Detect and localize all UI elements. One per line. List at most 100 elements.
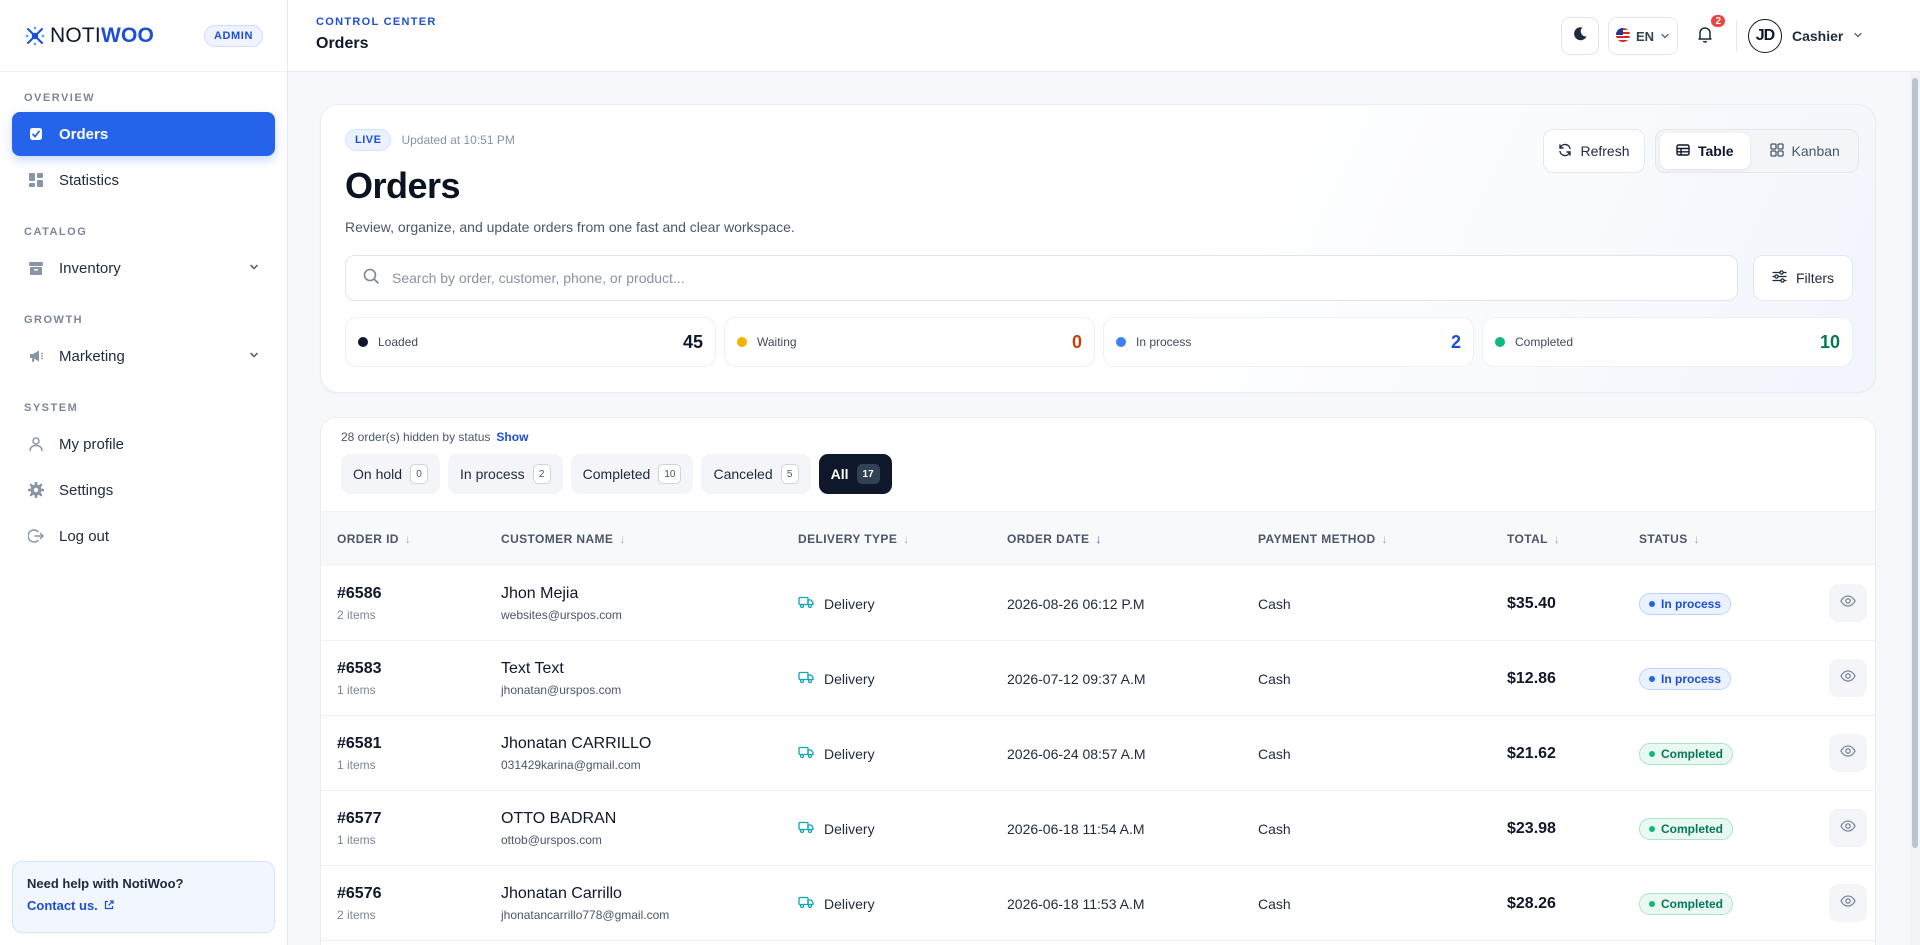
sidebar-item-log-out[interactable]: Log out: [12, 514, 275, 558]
refresh-button[interactable]: Refresh: [1543, 129, 1645, 173]
user-icon: [27, 435, 45, 453]
view-order-button[interactable]: [1829, 884, 1867, 922]
delivery-type: Delivery: [824, 595, 875, 612]
delivery-type: Delivery: [824, 820, 875, 837]
customer-name: OTTO BADRAN: [501, 810, 617, 827]
column-label: STATUS: [1639, 532, 1688, 546]
total-cell: $12.86: [1507, 641, 1556, 716]
filter-chip-on-hold[interactable]: On hold 0: [341, 454, 441, 494]
order-id[interactable]: #6586: [337, 585, 382, 603]
sidebar-item-statistics[interactable]: Statistics: [12, 158, 275, 202]
orders-hero-card: LIVE Updated at 10:51 PM Orders Review, …: [320, 104, 1876, 393]
sidebar-item-my-profile[interactable]: My profile: [12, 422, 275, 466]
order-id[interactable]: #6577: [337, 810, 382, 828]
user-menu[interactable]: JD Cashier: [1748, 18, 1863, 54]
chip-label: In process: [460, 466, 525, 482]
order-date-cell: 2026-07-12 09:37 A.M: [1007, 641, 1146, 716]
stat-label: In process: [1136, 335, 1192, 349]
payment-method: Cash: [1258, 595, 1291, 612]
table-row[interactable]: #6577 1 items OTTO BADRAN ottob@urspos.com D…: [321, 791, 1875, 866]
filters-button[interactable]: Filters: [1753, 255, 1853, 301]
column-header-delivery-type[interactable]: DELIVERY TYPE ↓: [798, 512, 910, 566]
status-dot: [358, 337, 368, 347]
order-id[interactable]: #6581: [337, 735, 382, 753]
archive-box-icon: [27, 259, 45, 277]
delivery-type: Delivery: [824, 895, 875, 912]
filter-chip-completed[interactable]: Completed 10: [570, 454, 694, 494]
sidebar-item-marketing[interactable]: Marketing: [12, 334, 275, 378]
table-row[interactable]: #6581 1 items Jhonatan CARRILLO 031429karin…: [321, 716, 1875, 791]
status-badge: Completed: [1639, 742, 1734, 765]
customer-email: websites@urspos.com: [501, 608, 622, 622]
order-total: $21.62: [1507, 744, 1556, 762]
topbar: CONTROL CENTER Orders EN 2 JD Cashier: [288, 0, 1920, 72]
stat-value: 45: [682, 331, 703, 352]
order-id[interactable]: #6576: [337, 885, 382, 903]
total-cell: $28.26: [1507, 866, 1556, 941]
sidebar-item-inventory[interactable]: Inventory: [12, 246, 275, 290]
total-cell: $21.62: [1507, 716, 1556, 791]
column-header-status[interactable]: STATUS ↓: [1639, 512, 1700, 566]
orders-table-card: 28 order(s) hidden by status Show On hol…: [320, 417, 1876, 945]
notiwoo-logo-icon: [25, 26, 45, 45]
scrollbar-thumb[interactable]: [1912, 78, 1918, 848]
column-header-total[interactable]: TOTAL ↓: [1507, 512, 1560, 566]
main-scrollbar[interactable]: [1910, 72, 1920, 945]
order-id-cell: #6586 2 items: [337, 566, 382, 641]
sidebar-item-settings[interactable]: Settings: [12, 468, 275, 512]
order-date: 2026-07-12 09:37 A.M: [1007, 670, 1146, 687]
stat-loaded: Loaded 45: [345, 317, 716, 367]
us-flag-icon: [1615, 27, 1630, 45]
column-header-customer-name[interactable]: CUSTOMER NAME ↓: [501, 512, 626, 566]
view-order-button[interactable]: [1829, 809, 1867, 847]
sliders-icon: [1772, 269, 1787, 287]
section-label-growth: GROWTH: [24, 314, 84, 326]
customer-name: Jhonatan Carrillo: [501, 885, 622, 902]
status-cell: In process: [1639, 641, 1732, 716]
table-row[interactable]: #6576 2 items Jhonatan Carrillo jhonatancar…: [321, 866, 1875, 941]
status-dot: [1649, 675, 1655, 682]
filter-chip-in-process[interactable]: In process 2: [448, 454, 563, 494]
payment-method: Cash: [1258, 670, 1291, 687]
sort-arrow-icon: ↓: [1381, 532, 1389, 546]
customer-cell: Jhonatan CARRILLO 031429karina@gmail.com: [501, 716, 651, 791]
theme-toggle-button[interactable]: [1561, 17, 1599, 55]
language-selector[interactable]: EN: [1608, 17, 1678, 55]
table-row[interactable]: #6583 1 items Text Text jhonatan@urspos.com…: [321, 641, 1875, 716]
sidebar-nav: OVERVIEW Orders Statistics CATALOG Inven…: [0, 86, 287, 558]
status-cell: Completed: [1639, 791, 1734, 866]
updated-timestamp: Updated at 10:51 PM: [401, 133, 515, 147]
column-header-order-date[interactable]: ORDER DATE ↓: [1007, 512, 1102, 566]
status-badge: In process: [1639, 667, 1732, 690]
status-badge: Completed: [1639, 817, 1734, 840]
show-hidden-link[interactable]: Show: [496, 430, 528, 444]
view-order-button[interactable]: [1829, 659, 1867, 697]
sidebar-item-label: Settings: [59, 481, 114, 499]
table-row[interactable]: #6586 2 items Jhon Mejia websites@urspos.co…: [321, 566, 1875, 641]
avatar: JD: [1748, 19, 1782, 53]
stat-label: Completed: [1515, 335, 1574, 349]
customer-cell: OTTO BADRAN ottob@urspos.com: [501, 791, 616, 866]
view-table-button[interactable]: Table: [1660, 133, 1750, 169]
status-badge: Completed: [1639, 892, 1734, 915]
view-order-button[interactable]: [1829, 734, 1867, 772]
live-badge: LIVE: [345, 129, 392, 151]
status-cell: In process: [1639, 566, 1732, 641]
brand-logo[interactable]: NOTIWOO: [24, 24, 154, 48]
contact-us-link[interactable]: Contact us.: [27, 898, 260, 913]
search-input[interactable]: [392, 270, 1721, 286]
column-header-order-id[interactable]: ORDER ID ↓: [337, 512, 411, 566]
status-dot: [1116, 337, 1126, 347]
sidebar-item-orders[interactable]: Orders: [12, 112, 275, 156]
customer-name: Text Text: [501, 660, 564, 677]
filter-chip-all[interactable]: All 17: [818, 454, 892, 494]
view-order-button[interactable]: [1829, 584, 1867, 622]
column-header-payment-method[interactable]: PAYMENT METHOD ↓: [1258, 512, 1388, 566]
order-total: $12.86: [1507, 669, 1556, 687]
view-kanban-button[interactable]: Kanban: [1754, 133, 1856, 169]
filter-chip-canceled[interactable]: Canceled 5: [701, 454, 811, 494]
gear-icon: [27, 481, 45, 499]
order-id[interactable]: #6583: [337, 660, 382, 678]
order-items-count: 1 items: [337, 833, 376, 847]
notifications-button[interactable]: 2: [1686, 13, 1727, 55]
